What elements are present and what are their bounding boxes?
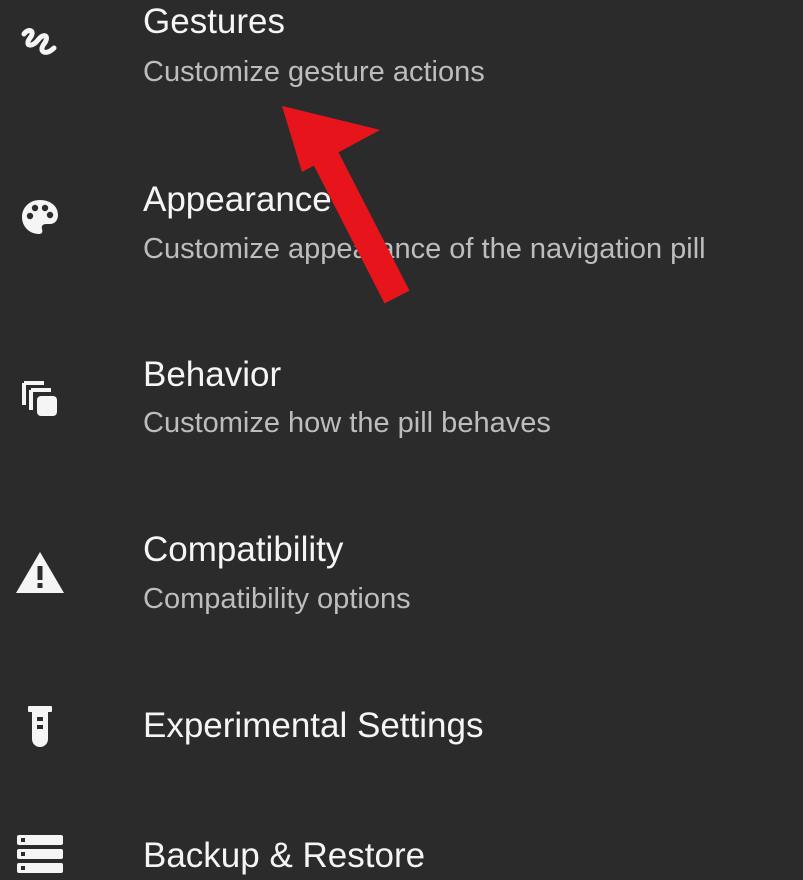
settings-item-title: Experimental Settings xyxy=(143,706,484,745)
settings-item-title: Gestures xyxy=(143,2,285,41)
layers-icon xyxy=(0,367,80,427)
settings-item-appearance[interactable]: Appearance Customize appearance of the n… xyxy=(0,170,803,300)
settings-item-gestures[interactable]: Gestures Customize gesture actions xyxy=(0,0,803,130)
settings-item-subtitle: Customize appearance of the navigation p… xyxy=(143,233,706,265)
settings-item-title: Backup & Restore xyxy=(143,836,426,875)
settings-item-title: Compatibility xyxy=(143,530,344,569)
palette-icon xyxy=(0,188,80,248)
settings-item-title: Appearance xyxy=(143,180,332,219)
warning-icon xyxy=(0,542,80,602)
gesture-icon xyxy=(0,14,80,74)
flask-icon xyxy=(0,696,80,756)
settings-item-subtitle: Customize how the pill behaves xyxy=(143,407,551,439)
settings-item-title: Behavior xyxy=(143,355,282,394)
settings-item-subtitle: Customize gesture actions xyxy=(143,56,485,88)
settings-item-backup-restore[interactable]: Backup & Restore xyxy=(0,818,803,880)
settings-item-experimental[interactable]: Experimental Settings xyxy=(0,692,803,772)
settings-item-subtitle: Compatibility options xyxy=(143,583,411,615)
settings-item-compatibility[interactable]: Compatibility Compatibility options xyxy=(0,522,803,652)
settings-item-behavior[interactable]: Behavior Customize how the pill behaves xyxy=(0,345,803,475)
backup-icon xyxy=(0,824,80,880)
